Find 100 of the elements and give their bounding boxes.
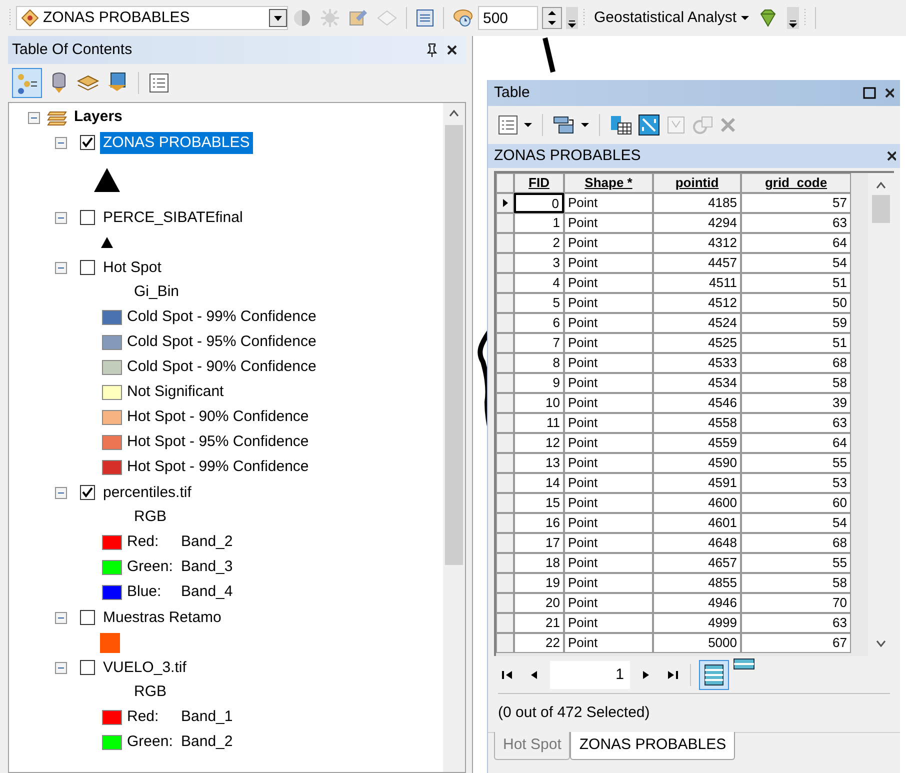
expander-icon[interactable]	[55, 136, 67, 148]
table-cell: 53	[741, 473, 851, 493]
selection-status: (0 out of 472 Selected)	[498, 702, 650, 723]
table-cell: Point	[564, 533, 653, 553]
table-cell: 63	[741, 613, 851, 633]
tree-label[interactable]: Layers	[74, 106, 122, 129]
table-tab[interactable]: ZONAS PROBABLES	[570, 732, 736, 760]
legend-label: Cold Spot - 90% Confidence	[127, 357, 316, 378]
table-cell: 4533	[653, 353, 741, 373]
table-cell: 21	[514, 613, 564, 633]
table-cell: Point	[564, 633, 653, 653]
checkbox[interactable]	[80, 660, 95, 675]
scroll-up-icon[interactable]	[876, 181, 886, 189]
table-cell: 4534	[653, 373, 741, 393]
expander-icon[interactable]	[55, 662, 67, 674]
legend-heading: Gi_Bin	[134, 282, 180, 302]
show-all-records-button[interactable]	[699, 660, 729, 690]
legend-heading: RGB	[134, 507, 167, 528]
table-cell: 4590	[653, 453, 741, 473]
form-icon[interactable]	[415, 8, 435, 28]
table-cell: 8	[514, 353, 564, 373]
layer-name[interactable]: percentiles.tif	[100, 482, 194, 504]
table-cell: 20	[514, 593, 564, 613]
column-header[interactable]: pointid	[653, 173, 741, 193]
legend-value: Band_1	[181, 707, 233, 728]
table-options-icon[interactable]	[498, 115, 518, 135]
scroll-down-icon[interactable]	[876, 640, 886, 648]
list-by-drawing-order-button[interactable]	[12, 68, 42, 98]
checkbox[interactable]	[80, 210, 95, 225]
checkbox[interactable]	[80, 610, 95, 625]
expander-icon[interactable]	[55, 212, 67, 224]
layer-name[interactable]: Hot Spot	[100, 256, 164, 278]
table-cell: 70	[741, 593, 851, 613]
caret-icon[interactable]	[581, 122, 589, 128]
table-cell: 4559	[653, 433, 741, 453]
options-icon[interactable]	[149, 73, 169, 93]
expander-icon[interactable]	[55, 486, 67, 498]
expander-icon[interactable]	[55, 262, 67, 274]
table-cell: 16	[514, 513, 564, 533]
table-cell: 4294	[653, 213, 741, 233]
table-cell: 68	[741, 353, 851, 373]
legend-label: Blue:	[127, 582, 162, 602]
extension-menu[interactable]: Geostatistical Analyst	[590, 6, 753, 30]
layer-icon	[21, 9, 39, 27]
layer-name[interactable]: ZONAS PROBABLES	[100, 132, 253, 154]
table-cell: 51	[741, 333, 851, 353]
table-cell: 4525	[653, 333, 741, 353]
expander-icon[interactable]	[55, 612, 67, 624]
table-cell: Point	[564, 513, 653, 533]
maximize-icon[interactable]	[863, 87, 876, 99]
table-cell: Point	[564, 253, 653, 273]
legend-heading: RGB	[134, 682, 167, 702]
layer-name[interactable]: VUELO_3.tif	[100, 656, 190, 678]
close-icon[interactable]	[446, 44, 458, 56]
caret-icon[interactable]	[524, 122, 532, 128]
pin-icon[interactable]	[426, 43, 438, 57]
table-cell: 4	[514, 273, 564, 293]
table-cell: 55	[741, 453, 851, 473]
column-header[interactable]: Shape *	[564, 173, 653, 193]
selected-rows-icon[interactable]	[733, 658, 755, 670]
column-header[interactable]: FID	[514, 173, 564, 193]
row-selector[interactable]	[496, 193, 514, 213]
table-cell: 4657	[653, 553, 741, 573]
layer-dropdown[interactable]: ZONAS PROBABLES	[16, 6, 288, 30]
scrollbar-thumb[interactable]	[445, 125, 463, 565]
scroll-up-icon[interactable]	[449, 109, 459, 117]
related-tables-icon[interactable]	[553, 115, 575, 135]
table-cell: 63	[741, 213, 851, 233]
table-cell: 4512	[653, 293, 741, 313]
scrollbar-thumb[interactable]	[872, 195, 890, 223]
record-number-field[interactable]: 1	[550, 660, 630, 688]
checkbox[interactable]	[80, 485, 95, 500]
legend-label: Hot Spot - 90% Confidence	[127, 407, 309, 428]
checkbox[interactable]	[80, 260, 95, 275]
table-cell: 4999	[653, 613, 741, 633]
table-cell: 4185	[653, 193, 741, 213]
switch-selection-icon[interactable]	[638, 114, 660, 136]
toolbar-options-icon[interactable]	[786, 7, 799, 29]
table-cell: 0	[514, 193, 564, 213]
close-icon[interactable]	[884, 87, 894, 99]
caret-icon	[740, 15, 749, 21]
globe-clock-icon[interactable]	[452, 8, 474, 28]
panel-title: Table Of Contents	[12, 40, 134, 60]
close-icon[interactable]	[886, 150, 896, 162]
select-by-attributes-icon[interactable]	[610, 115, 632, 135]
column-header[interactable]: grid_code	[741, 173, 851, 193]
legend-label: Green:	[127, 732, 174, 752]
spinner-icon[interactable]	[542, 7, 562, 29]
triangle-marker-icon	[94, 168, 120, 192]
table-cell: Point	[564, 313, 653, 333]
table-tab[interactable]: Hot Spot	[494, 732, 570, 760]
checkbox[interactable]	[80, 135, 95, 150]
table-cell: 4558	[653, 413, 741, 433]
layers-icon	[46, 108, 68, 126]
toolbar-options-icon[interactable]	[566, 7, 578, 29]
layer-name[interactable]: Muestras Retamo	[100, 606, 224, 628]
scale-field[interactable]: 500	[478, 6, 538, 30]
legend-value: Band_3	[181, 557, 233, 578]
layer-name[interactable]: PERCE_SIBATEfinal	[100, 206, 246, 228]
expander-icon[interactable]	[28, 112, 40, 124]
